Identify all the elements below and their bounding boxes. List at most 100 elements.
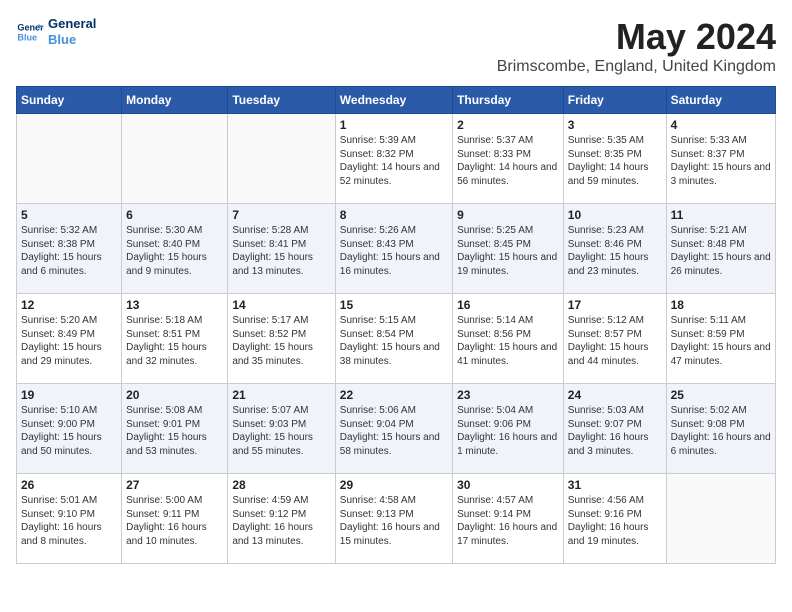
day-number: 15	[340, 298, 448, 312]
day-number: 18	[671, 298, 771, 312]
day-info: Sunrise: 5:04 AM Sunset: 9:06 PM Dayligh…	[457, 404, 559, 458]
day-info: Sunrise: 5:01 AM Sunset: 9:10 PM Dayligh…	[21, 494, 117, 548]
day-info: Sunrise: 5:25 AM Sunset: 8:45 PM Dayligh…	[457, 224, 559, 278]
day-info: Sunrise: 5:26 AM Sunset: 8:43 PM Dayligh…	[340, 224, 448, 278]
day-number: 1	[340, 118, 448, 132]
calendar-cell: 9 Sunrise: 5:25 AM Sunset: 8:45 PM Daylig…	[453, 204, 564, 294]
day-info: Sunrise: 5:15 AM Sunset: 8:54 PM Dayligh…	[340, 314, 448, 368]
day-number: 3	[568, 118, 662, 132]
calendar-cell: 2 Sunrise: 5:37 AM Sunset: 8:33 PM Daylig…	[453, 114, 564, 204]
calendar-cell: 25Sunrise: 5:02 AM Sunset: 9:08 PM Dayli…	[666, 384, 775, 474]
logo-line1: General	[48, 16, 96, 32]
day-info: Sunrise: 5:28 AM Sunset: 8:41 PM Dayligh…	[232, 224, 330, 278]
day-number: 8	[340, 208, 448, 222]
day-info: Sunrise: 4:57 AM Sunset: 9:14 PM Dayligh…	[457, 494, 559, 548]
calendar-cell: 6 Sunrise: 5:30 AM Sunset: 8:40 PM Daylig…	[122, 204, 228, 294]
calendar-cell: 26 Sunrise: 5:01 AM Sunset: 9:10 PM Dayli…	[17, 474, 122, 564]
calendar-cell: 5 Sunrise: 5:32 AM Sunset: 8:38 PM Daylig…	[17, 204, 122, 294]
day-info: Sunrise: 5:02 AM Sunset: 9:08 PM Dayligh…	[671, 404, 771, 458]
day-number: 13	[126, 298, 223, 312]
calendar-cell: 27 Sunrise: 5:00 AM Sunset: 9:11 PM Dayli…	[122, 474, 228, 564]
day-number: 27	[126, 478, 223, 492]
subtitle: Brimscombe, England, United Kingdom	[497, 58, 776, 76]
day-info: Sunrise: 5:33 AM Sunset: 8:37 PM Dayligh…	[671, 134, 771, 188]
day-info: Sunrise: 5:37 AM Sunset: 8:33 PM Dayligh…	[457, 134, 559, 188]
day-info: Sunrise: 4:56 AM Sunset: 9:16 PM Dayligh…	[568, 494, 662, 548]
col-header-monday: Monday	[122, 87, 228, 114]
col-header-wednesday: Wednesday	[335, 87, 452, 114]
week-row-2: 5 Sunrise: 5:32 AM Sunset: 8:38 PM Daylig…	[17, 204, 776, 294]
day-info: Sunrise: 5:18 AM Sunset: 8:51 PM Dayligh…	[126, 314, 223, 368]
svg-text:General: General	[17, 22, 44, 32]
day-info: Sunrise: 5:35 AM Sunset: 8:35 PM Dayligh…	[568, 134, 662, 188]
calendar-cell: 28Sunrise: 4:59 AM Sunset: 9:12 PM Dayli…	[228, 474, 335, 564]
week-row-3: 12 Sunrise: 5:20 AM Sunset: 8:49 PM Dayli…	[17, 294, 776, 384]
day-info: Sunrise: 5:30 AM Sunset: 8:40 PM Dayligh…	[126, 224, 223, 278]
day-number: 29	[340, 478, 448, 492]
day-number: 12	[21, 298, 117, 312]
svg-text:Blue: Blue	[17, 32, 37, 42]
calendar-cell: 24Sunrise: 5:03 AM Sunset: 9:07 PM Dayli…	[563, 384, 666, 474]
day-info: Sunrise: 5:12 AM Sunset: 8:57 PM Dayligh…	[568, 314, 662, 368]
day-info: Sunrise: 4:58 AM Sunset: 9:13 PM Dayligh…	[340, 494, 448, 548]
day-number: 5	[21, 208, 117, 222]
day-info: Sunrise: 5:20 AM Sunset: 8:49 PM Dayligh…	[21, 314, 117, 368]
day-number: 17	[568, 298, 662, 312]
logo-icon: General Blue	[16, 18, 44, 46]
header: General Blue General Blue May 2024 Brims…	[16, 16, 776, 76]
calendar-cell	[228, 114, 335, 204]
day-number: 16	[457, 298, 559, 312]
day-number: 26	[21, 478, 117, 492]
calendar-cell: 17 Sunrise: 5:12 AM Sunset: 8:57 PM Dayli…	[563, 294, 666, 384]
day-info: Sunrise: 5:06 AM Sunset: 9:04 PM Dayligh…	[340, 404, 448, 458]
day-number: 30	[457, 478, 559, 492]
calendar-cell: 20 Sunrise: 5:08 AM Sunset: 9:01 PM Dayli…	[122, 384, 228, 474]
day-number: 21	[232, 388, 330, 402]
title-area: May 2024 Brimscombe, England, United Kin…	[497, 16, 776, 76]
calendar-cell: 16 Sunrise: 5:14 AM Sunset: 8:56 PM Dayli…	[453, 294, 564, 384]
calendar-cell	[17, 114, 122, 204]
day-info: Sunrise: 5:14 AM Sunset: 8:56 PM Dayligh…	[457, 314, 559, 368]
calendar-cell: 31 Sunrise: 4:56 AM Sunset: 9:16 PM Dayli…	[563, 474, 666, 564]
logo-line2: Blue	[48, 32, 96, 48]
calendar-cell: 29 Sunrise: 4:58 AM Sunset: 9:13 PM Dayli…	[335, 474, 452, 564]
day-info: Sunrise: 5:32 AM Sunset: 8:38 PM Dayligh…	[21, 224, 117, 278]
day-number: 10	[568, 208, 662, 222]
day-number: 6	[126, 208, 223, 222]
col-header-sunday: Sunday	[17, 87, 122, 114]
calendar-cell: 22 Sunrise: 5:06 AM Sunset: 9:04 PM Dayli…	[335, 384, 452, 474]
calendar-cell: 7Sunrise: 5:28 AM Sunset: 8:41 PM Daylig…	[228, 204, 335, 294]
calendar-cell: 12 Sunrise: 5:20 AM Sunset: 8:49 PM Dayli…	[17, 294, 122, 384]
calendar-cell: 23Sunrise: 5:04 AM Sunset: 9:06 PM Dayli…	[453, 384, 564, 474]
day-info: Sunrise: 5:17 AM Sunset: 8:52 PM Dayligh…	[232, 314, 330, 368]
day-info: Sunrise: 5:08 AM Sunset: 9:01 PM Dayligh…	[126, 404, 223, 458]
week-row-5: 26 Sunrise: 5:01 AM Sunset: 9:10 PM Dayli…	[17, 474, 776, 564]
col-header-friday: Friday	[563, 87, 666, 114]
day-info: Sunrise: 5:03 AM Sunset: 9:07 PM Dayligh…	[568, 404, 662, 458]
day-number: 31	[568, 478, 662, 492]
day-number: 28	[232, 478, 330, 492]
day-info: Sunrise: 5:00 AM Sunset: 9:11 PM Dayligh…	[126, 494, 223, 548]
day-number: 9	[457, 208, 559, 222]
calendar-cell: 13 Sunrise: 5:18 AM Sunset: 8:51 PM Dayli…	[122, 294, 228, 384]
day-info: Sunrise: 5:10 AM Sunset: 9:00 PM Dayligh…	[21, 404, 117, 458]
calendar-cell: 19Sunrise: 5:10 AM Sunset: 9:00 PM Dayli…	[17, 384, 122, 474]
day-info: Sunrise: 5:21 AM Sunset: 8:48 PM Dayligh…	[671, 224, 771, 278]
calendar-cell: 14Sunrise: 5:17 AM Sunset: 8:52 PM Dayli…	[228, 294, 335, 384]
day-number: 2	[457, 118, 559, 132]
calendar-cell: 15 Sunrise: 5:15 AM Sunset: 8:54 PM Dayli…	[335, 294, 452, 384]
week-row-4: 19Sunrise: 5:10 AM Sunset: 9:00 PM Dayli…	[17, 384, 776, 474]
calendar-cell: 11Sunrise: 5:21 AM Sunset: 8:48 PM Dayli…	[666, 204, 775, 294]
calendar-cell: 30 Sunrise: 4:57 AM Sunset: 9:14 PM Dayli…	[453, 474, 564, 564]
calendar-cell: 1 Sunrise: 5:39 AM Sunset: 8:32 PM Daylig…	[335, 114, 452, 204]
day-number: 22	[340, 388, 448, 402]
day-info: Sunrise: 5:39 AM Sunset: 8:32 PM Dayligh…	[340, 134, 448, 188]
calendar-cell: 8 Sunrise: 5:26 AM Sunset: 8:43 PM Daylig…	[335, 204, 452, 294]
calendar-table: SundayMondayTuesdayWednesdayThursdayFrid…	[16, 86, 776, 564]
day-number: 20	[126, 388, 223, 402]
day-info: Sunrise: 5:23 AM Sunset: 8:46 PM Dayligh…	[568, 224, 662, 278]
col-header-tuesday: Tuesday	[228, 87, 335, 114]
main-title: May 2024	[497, 16, 776, 58]
header-row: SundayMondayTuesdayWednesdayThursdayFrid…	[17, 87, 776, 114]
calendar-cell: 21Sunrise: 5:07 AM Sunset: 9:03 PM Dayli…	[228, 384, 335, 474]
